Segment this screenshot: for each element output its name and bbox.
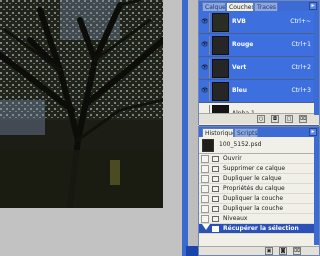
document-icon — [212, 156, 219, 162]
channels-scrollbar[interactable] — [314, 11, 319, 115]
history-step[interactable]: Dupliquer la couche — [199, 194, 319, 204]
channel-shortcut: Ctrl+1 — [291, 41, 311, 48]
history-footer: ▣ ◙ ⌧ — [199, 246, 319, 255]
channel-thumbnail — [212, 82, 229, 101]
tab-calques[interactable]: Calques — [202, 2, 226, 11]
channel-shortcut: Ctrl+~ — [290, 18, 311, 25]
document-icon — [212, 176, 219, 182]
load-selection-icon[interactable]: ○ — [257, 115, 265, 123]
document-icon — [212, 226, 219, 232]
tab-couches[interactable]: Couches — [226, 2, 254, 11]
panel-menu-button[interactable]: ▸ — [309, 2, 317, 10]
history-brush-source[interactable] — [201, 215, 209, 223]
channel-shortcut: Ctrl+2 — [291, 64, 311, 71]
channels-panel-tabbar: Calques Couches Traces ▸ — [199, 1, 319, 11]
panel-menu-button[interactable]: ▸ — [309, 128, 317, 136]
tab-historique[interactable]: Historique — [202, 128, 234, 137]
channel-row-vert[interactable]: 👁 Vert Ctrl+2 — [199, 57, 319, 80]
document-canvas[interactable] — [0, 0, 198, 256]
save-selection-icon[interactable]: ◘ — [271, 115, 279, 123]
history-step-label: Dupliquer la couche — [223, 205, 284, 212]
channels-footer: ○ ◘ □ ⌧ — [199, 113, 319, 124]
tab-scripts[interactable]: Scripts — [234, 128, 258, 137]
channel-thumbnail — [212, 13, 229, 32]
eye-icon[interactable]: 👁 — [201, 64, 209, 71]
divider — [209, 82, 210, 101]
trash-icon[interactable]: ⌧ — [299, 115, 307, 123]
snapshot-name: 100_5152.psd — [219, 141, 262, 148]
vertical-scrollbar[interactable] — [182, 0, 188, 256]
history-step-selected[interactable]: Récupérer la sélection — [199, 224, 319, 234]
document-icon — [212, 186, 219, 192]
document-icon — [212, 196, 219, 202]
eye-icon[interactable]: 👁 — [201, 41, 209, 48]
history-step[interactable]: Propriétés du calque — [199, 184, 319, 194]
history-step-label: Supprimer ce calque — [223, 165, 286, 172]
channel-shortcut: Ctrl+3 — [291, 87, 311, 94]
channel-row-rouge[interactable]: 👁 Rouge Ctrl+1 — [199, 34, 319, 57]
divider — [209, 36, 210, 55]
history-step-label: Niveaux — [223, 215, 248, 222]
history-step[interactable]: Dupliquer le calque — [199, 174, 319, 184]
channels-panel: Calques Couches Traces ▸ 👁 RVB Ctrl+~ 👁 … — [198, 0, 320, 126]
channel-thumbnail — [212, 36, 229, 55]
snapshot-icon[interactable]: ◙ — [279, 247, 287, 255]
channel-name: Rouge — [232, 41, 254, 48]
history-panel-tabbar: Historique Scripts ▸ — [199, 127, 319, 137]
history-brush-source[interactable] — [201, 165, 209, 173]
history-step[interactable]: Dupliquer la couche — [199, 204, 319, 214]
history-brush-source[interactable] — [201, 155, 209, 163]
channel-row-bleu[interactable]: 👁 Bleu Ctrl+3 — [199, 80, 319, 103]
tab-traces[interactable]: Traces — [254, 2, 278, 11]
document-icon — [212, 216, 219, 222]
history-step-label: Ouvrir — [223, 155, 242, 162]
history-step-label: Récupérer la sélection — [223, 225, 299, 232]
channel-row-rvb[interactable]: 👁 RVB Ctrl+~ — [199, 11, 319, 34]
snapshot-thumbnail — [202, 139, 214, 152]
history-brush-source[interactable] — [201, 175, 209, 183]
taskbar-strip — [186, 246, 198, 256]
eye-icon[interactable]: 👁 — [201, 18, 209, 25]
channel-name: Bleu — [232, 87, 247, 94]
new-document-icon[interactable]: ▣ — [265, 247, 273, 255]
history-step-label: Dupliquer le calque — [223, 175, 282, 182]
history-step[interactable]: Niveaux — [199, 214, 319, 224]
history-step[interactable]: Supprimer ce calque — [199, 164, 319, 174]
history-panel: Historique Scripts ▸ 100_5152.psd Ouvrir… — [198, 126, 320, 256]
history-state-slider[interactable] — [202, 224, 210, 230]
history-snapshot[interactable]: 100_5152.psd — [199, 137, 319, 154]
history-step[interactable]: Ouvrir — [199, 154, 319, 164]
history-brush-source[interactable] — [201, 185, 209, 193]
trash-icon[interactable]: ⌧ — [293, 247, 301, 255]
divider — [209, 59, 210, 78]
channel-name: RVB — [232, 18, 246, 25]
document-icon — [212, 206, 219, 212]
history-brush-source[interactable] — [201, 195, 209, 203]
divider — [209, 13, 210, 32]
channel-name: Vert — [232, 64, 247, 71]
eye-icon[interactable]: 👁 — [201, 87, 209, 94]
channel-thumbnail — [212, 59, 229, 78]
history-scrollbar[interactable] — [314, 137, 319, 245]
tree-photo-image — [0, 0, 163, 208]
document-icon — [212, 166, 219, 172]
history-step-label: Dupliquer la couche — [223, 195, 284, 202]
history-brush-source[interactable] — [201, 205, 209, 213]
history-step-label: Propriétés du calque — [223, 185, 285, 192]
tree-photo[interactable] — [0, 0, 163, 208]
new-channel-icon[interactable]: □ — [285, 115, 293, 123]
